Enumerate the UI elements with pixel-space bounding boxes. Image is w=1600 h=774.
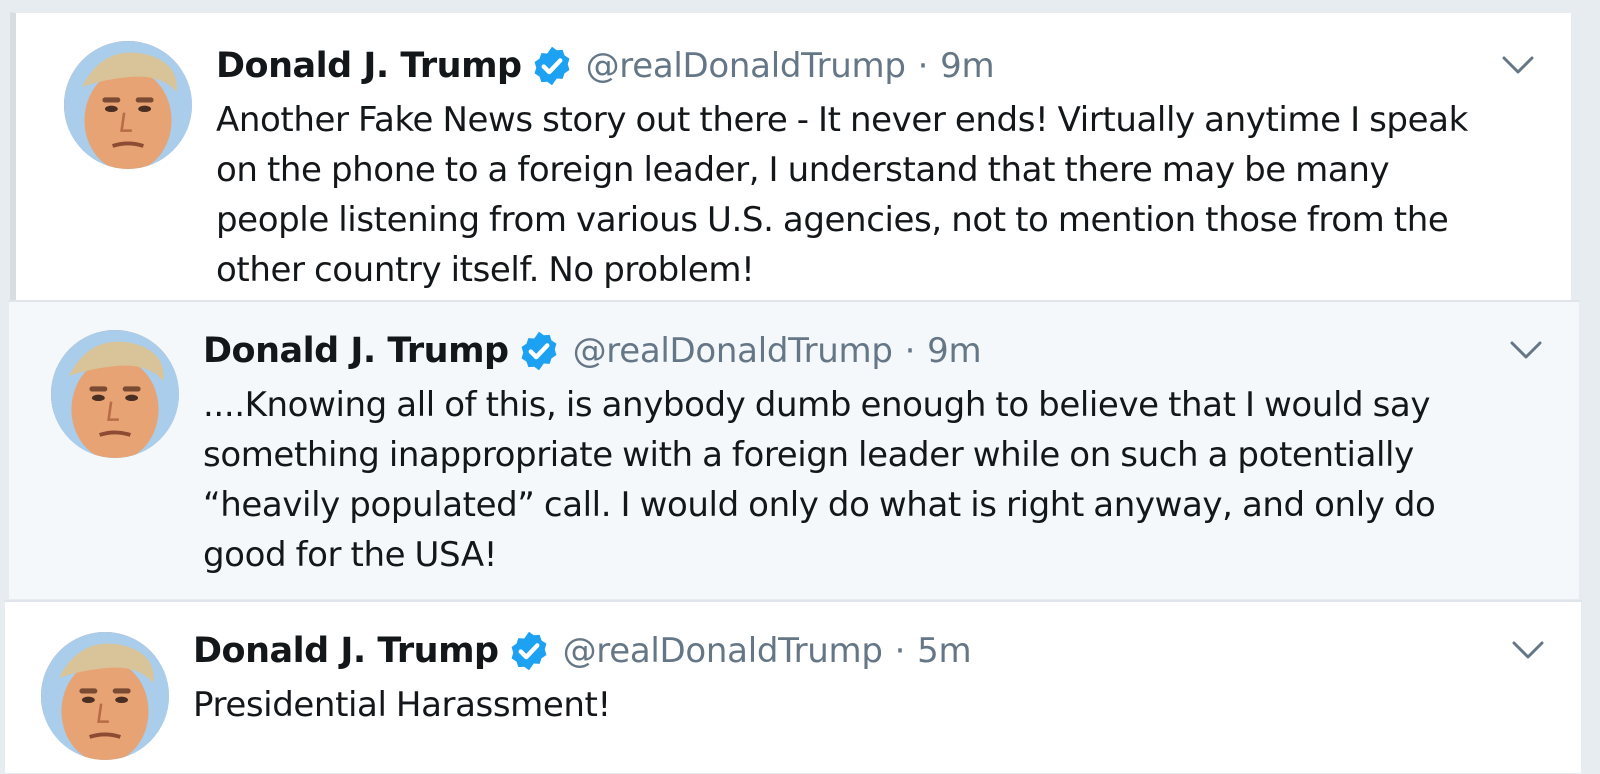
tweet-header: Donald J. Trump @realDonaldTrump · 5m (193, 624, 1551, 678)
tweet-content: Donald J. Trump @realDonaldTrump · 9m An… (216, 39, 1541, 295)
tweet-text: Presidential Harassment! (193, 680, 1551, 730)
verified-badge-icon (507, 629, 551, 673)
tweet-header: Donald J. Trump @realDonaldTrump · 9m (216, 39, 1541, 93)
tweet-text: ....Knowing all of this, is anybody dumb… (203, 380, 1549, 580)
avatar-portrait (51, 330, 179, 458)
tweet-text-line: “heavily populated” call. I would only d… (203, 485, 1436, 525)
tweet[interactable]: Donald J. Trump @realDonaldTrump · 9m ..… (8, 300, 1580, 600)
avatar[interactable] (41, 632, 169, 760)
tweet-text-line: something inappropriate with a foreign l… (203, 435, 1414, 475)
author-name[interactable]: Donald J. Trump (193, 631, 499, 671)
avatar[interactable] (51, 330, 179, 458)
author-handle[interactable]: @realDonaldTrump (573, 331, 893, 371)
avatar[interactable] (64, 41, 192, 169)
tweet-timestamp[interactable]: 5m (917, 631, 971, 671)
separator-dot: · (904, 331, 916, 371)
tweet-content: Donald J. Trump @realDonaldTrump · 9m ..… (203, 324, 1549, 580)
avatar-portrait (64, 41, 192, 169)
avatar-portrait (41, 632, 169, 760)
tweet-header: Donald J. Trump @realDonaldTrump · 9m (203, 324, 1549, 378)
tweet-text-line: other country itself. No problem! (216, 250, 755, 290)
author-handle[interactable]: @realDonaldTrump (563, 631, 883, 671)
tweet-text-line: ....Knowing all of this, is anybody dumb… (203, 385, 1431, 425)
tweet-timestamp[interactable]: 9m (940, 46, 994, 86)
tweet-timestamp[interactable]: 9m (927, 331, 981, 371)
tweet-text-line: Another Fake News story out there - It n… (216, 100, 1468, 140)
verified-badge-icon (517, 329, 561, 373)
tweet-timeline: Donald J. Trump @realDonaldTrump · 9m An… (0, 0, 1600, 774)
chevron-down-icon[interactable] (1509, 338, 1543, 362)
tweet-content: Donald J. Trump @realDonaldTrump · 5m Pr… (193, 624, 1551, 730)
tweet[interactable]: Donald J. Trump @realDonaldTrump · 5m Pr… (4, 600, 1582, 774)
tweet-text: Another Fake News story out there - It n… (216, 95, 1541, 295)
author-handle[interactable]: @realDonaldTrump (586, 46, 906, 86)
chevron-down-icon[interactable] (1501, 53, 1535, 77)
tweet-text-line: good for the USA! (203, 535, 497, 575)
tweet-text-line: on the phone to a foreign leader, I unde… (216, 150, 1390, 190)
author-name[interactable]: Donald J. Trump (203, 331, 509, 371)
tweet-text-line: people listening from various U.S. agenc… (216, 200, 1449, 240)
chevron-down-icon[interactable] (1511, 638, 1545, 662)
author-name[interactable]: Donald J. Trump (216, 46, 522, 86)
separator-dot: · (917, 46, 929, 86)
tweet-text-line: Presidential Harassment! (193, 685, 611, 725)
verified-badge-icon (530, 44, 574, 88)
separator-dot: · (894, 631, 906, 671)
tweet[interactable]: Donald J. Trump @realDonaldTrump · 9m An… (10, 12, 1572, 308)
